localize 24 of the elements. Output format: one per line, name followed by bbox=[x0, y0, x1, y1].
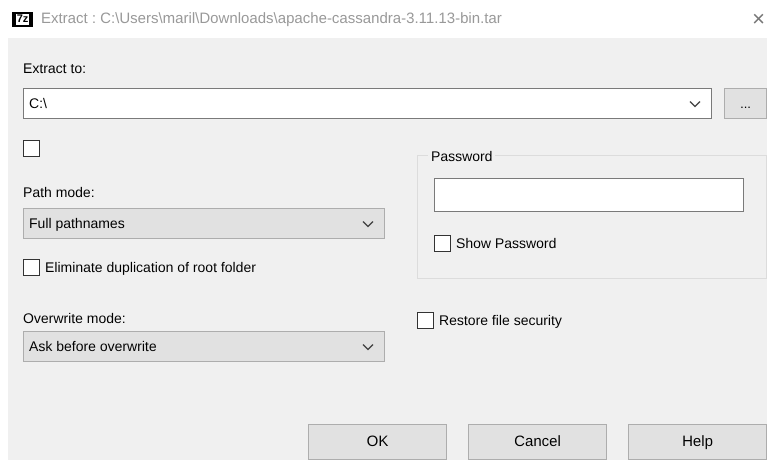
chevron-down-icon bbox=[689, 100, 701, 108]
dialog-button[interactable]: OK bbox=[308, 424, 447, 460]
dialog-button[interactable]: Help bbox=[628, 424, 767, 460]
field-label: Extract to: bbox=[23, 59, 88, 78]
dialog-button[interactable]: Cancel bbox=[468, 424, 607, 460]
app-logo: 7z bbox=[12, 12, 33, 26]
overwrite-mode-dropdown[interactable]: Ask before overwrite bbox=[23, 331, 385, 362]
chevron-down-icon bbox=[362, 220, 374, 228]
chevron-down-icon bbox=[362, 342, 374, 350]
field-label: Overwrite mode: bbox=[23, 309, 127, 328]
field-label: Path mode: bbox=[23, 183, 96, 202]
window-title: Extract : C:\Users\maril\Downloads\apache-cassandra-3.11.13-bin.tar bbox=[41, 8, 502, 29]
password-field[interactable] bbox=[434, 178, 744, 212]
path-mode-dropdown[interactable]: Full pathnames bbox=[23, 208, 385, 239]
checkbox-label: Eliminate duplication of root folder bbox=[45, 258, 256, 277]
checkbox-label: Restore file security bbox=[439, 311, 562, 330]
extract-path-combo[interactable]: C:\ bbox=[23, 88, 712, 119]
browse-button[interactable]: ... bbox=[724, 88, 767, 119]
close-button[interactable]: × bbox=[752, 8, 765, 30]
checkbox[interactable] bbox=[434, 235, 451, 252]
checkbox-label: Show Password bbox=[456, 234, 556, 253]
checkbox[interactable] bbox=[23, 259, 40, 276]
checkbox[interactable] bbox=[23, 140, 40, 157]
checkbox[interactable] bbox=[417, 312, 434, 329]
